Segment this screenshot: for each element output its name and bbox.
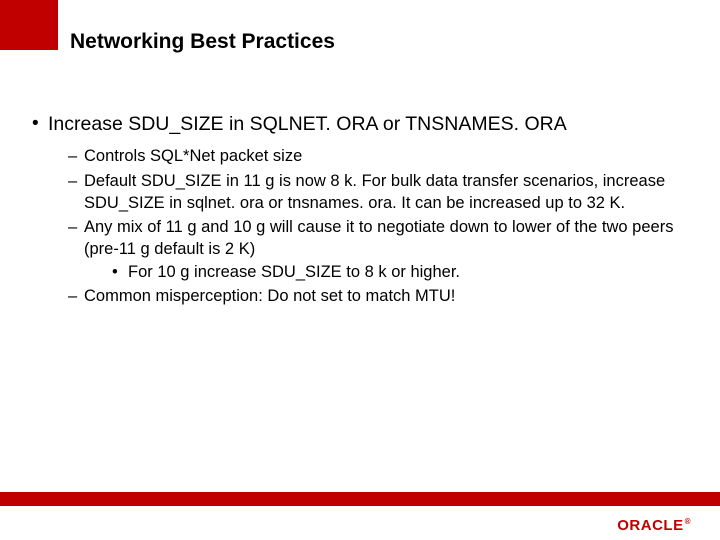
slide-title: Networking Best Practices [70, 30, 335, 54]
slide-content: Increase SDU_SIZE in SQLNET. ORA or TNSN… [30, 112, 690, 315]
header-accent-block [0, 0, 58, 50]
oracle-logo: ORACLE® [617, 517, 690, 534]
sub-bullet-text: Any mix of 11 g and 10 g will cause it t… [84, 218, 673, 258]
sub-bullet: Any mix of 11 g and 10 g will cause it t… [68, 216, 690, 283]
main-bullet-text: Increase SDU_SIZE in SQLNET. ORA or TNSN… [48, 113, 567, 135]
main-bullet: Increase SDU_SIZE in SQLNET. ORA or TNSN… [30, 112, 690, 307]
sub-bullet: Default SDU_SIZE in 11 g is now 8 k. For… [68, 170, 690, 215]
bullet-list-level1: Increase SDU_SIZE in SQLNET. ORA or TNSN… [30, 112, 690, 307]
footer-accent-bar [0, 492, 720, 506]
sub-bullet: Common misperception: Do not set to matc… [68, 285, 690, 307]
sub-bullet: Controls SQL*Net packet size [68, 145, 690, 167]
oracle-logo-text: ORACLE [617, 517, 683, 534]
bullet-list-level2: Controls SQL*Net packet size Default SDU… [68, 145, 690, 307]
registered-mark: ® [685, 517, 691, 526]
sub-sub-bullet: For 10 g increase SDU_SIZE to 8 k or hig… [106, 261, 690, 283]
bullet-list-level3: For 10 g increase SDU_SIZE to 8 k or hig… [106, 261, 690, 283]
